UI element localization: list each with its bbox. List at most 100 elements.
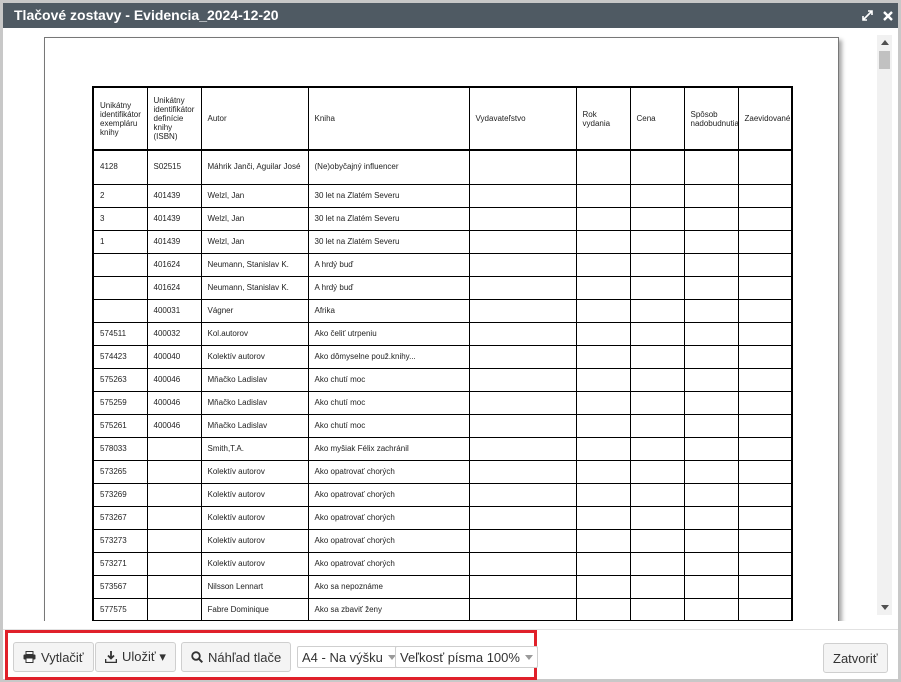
table-cell — [683, 252, 739, 277]
table-cell — [575, 574, 631, 599]
table-cell — [683, 183, 739, 208]
table-cell: Ako dômyselne použ.knihy... — [307, 344, 470, 369]
table-cell — [629, 436, 685, 461]
table-cell: 401439 — [146, 206, 202, 231]
print-preview-button[interactable]: Náhľad tlače — [181, 642, 292, 672]
table-cell: 577575 — [92, 597, 148, 621]
page-format-select[interactable]: A4 - Na výšku — [297, 646, 401, 668]
table-cell — [683, 597, 739, 621]
table-cell: Kolektív autorov — [200, 528, 309, 553]
table-cell — [629, 298, 685, 323]
table-cell: Vágner — [200, 298, 309, 323]
table-cell: Ako chutí moc — [307, 367, 470, 392]
table-cell — [575, 183, 631, 208]
column-header: Zaevidované — [737, 86, 793, 151]
table-cell — [737, 390, 793, 415]
table-cell: Kolektív autorov — [200, 482, 309, 507]
table-cell — [575, 149, 631, 185]
table-cell — [683, 344, 739, 369]
table-cell: 575259 — [92, 390, 148, 415]
table-cell — [683, 229, 739, 254]
table-cell — [468, 321, 577, 346]
table-cell — [468, 482, 577, 507]
table-cell: Mňačko Ladislav — [200, 413, 309, 438]
table-cell — [629, 149, 685, 185]
preview-page: Unikátny identifikátor exempláru knihy Un… — [44, 37, 839, 621]
table-cell — [737, 344, 793, 369]
table-cell — [629, 574, 685, 599]
table-cell — [468, 413, 577, 438]
font-size-select[interactable]: Veľkosť písma 100% — [395, 646, 538, 668]
scroll-thumb[interactable] — [879, 51, 890, 69]
table-cell — [683, 149, 739, 185]
table-cell: Ako opatrovať chorých — [307, 482, 470, 507]
table-cell: Smith,T.A. — [200, 436, 309, 461]
table-cell — [575, 344, 631, 369]
table-cell: Neumann, Stanislav K. — [200, 275, 309, 300]
print-preview-area[interactable]: Unikátny identifikátor exempláru knihy Un… — [3, 28, 898, 621]
vertical-scrollbar[interactable] — [877, 35, 892, 615]
table-cell — [683, 574, 739, 599]
table-cell — [468, 459, 577, 484]
table-cell: Ako opatrovať chorých — [307, 459, 470, 484]
table-cell: A hrdý buď — [307, 252, 470, 277]
close-button[interactable]: Zatvoriť — [823, 643, 888, 673]
table-cell — [683, 551, 739, 576]
table-cell: 573271 — [92, 551, 148, 576]
table-cell — [683, 390, 739, 415]
table-cell: 573267 — [92, 505, 148, 530]
table-cell: 400032 — [146, 321, 202, 346]
table-cell: 30 let na Zlatém Severu — [307, 206, 470, 231]
table-cell — [468, 275, 577, 300]
table-cell — [468, 551, 577, 576]
table-row: 4128 S02515 Máhrik Janči, Aguilar José (Ne)… — [92, 149, 793, 185]
close-icon[interactable] — [882, 10, 894, 22]
table-cell — [629, 344, 685, 369]
printer-icon — [23, 651, 36, 663]
table-cell — [575, 252, 631, 277]
dialog-title: Tlačové zostavy - Evidencia_2024-12-20 — [14, 7, 279, 23]
table-cell: 574423 — [92, 344, 148, 369]
table-cell: 4128 — [92, 149, 148, 185]
table-cell — [146, 528, 202, 553]
table-row: 401624 Neumann, Stanislav K. A hrdý buď — [92, 275, 793, 300]
maximize-icon[interactable] — [861, 10, 873, 22]
table-cell: Welzl, Jan — [200, 229, 309, 254]
table-cell — [575, 298, 631, 323]
table-cell: 30 let na Zlatém Severu — [307, 183, 470, 208]
table-cell — [629, 505, 685, 530]
table-cell: A hrdý buď — [307, 275, 470, 300]
table-cell: 400046 — [146, 367, 202, 392]
table-cell — [468, 528, 577, 553]
table-cell — [468, 597, 577, 621]
table-header-row: Unikátny identifikátor exempláru knihy Un… — [92, 86, 793, 151]
table-cell — [575, 505, 631, 530]
scroll-down-arrow-icon[interactable] — [877, 601, 892, 615]
table-cell — [468, 252, 577, 277]
table-cell — [683, 413, 739, 438]
table-cell — [737, 206, 793, 231]
print-preview-button-label: Náhľad tlače — [208, 649, 282, 665]
table-cell — [468, 298, 577, 323]
table-cell — [575, 321, 631, 346]
save-button[interactable]: Uložiť ▾ — [95, 642, 176, 672]
table-cell — [737, 413, 793, 438]
print-button[interactable]: Vytlačiť — [13, 642, 94, 672]
table-cell: Mňačko Ladislav — [200, 367, 309, 392]
table-cell — [468, 436, 577, 461]
scroll-up-arrow-icon[interactable] — [877, 35, 892, 49]
chevron-down-icon — [524, 654, 533, 660]
column-header: Cena — [629, 86, 685, 151]
table-cell — [629, 482, 685, 507]
table-cell: 401624 — [146, 275, 202, 300]
table-cell: 2 — [92, 183, 148, 208]
print-button-label: Vytlačiť — [41, 649, 84, 665]
table-cell — [737, 149, 793, 185]
table-row: 400031 Vágner Afrika — [92, 298, 793, 323]
column-header: Kniha — [307, 86, 470, 151]
table-cell — [629, 413, 685, 438]
save-button-label: Uložiť ▾ — [122, 649, 166, 664]
table-row: 573265 Kolektív autorov Ako opatrovať chor… — [92, 459, 793, 484]
table-cell — [575, 551, 631, 576]
table-cell: Nilsson Lennart — [200, 574, 309, 599]
